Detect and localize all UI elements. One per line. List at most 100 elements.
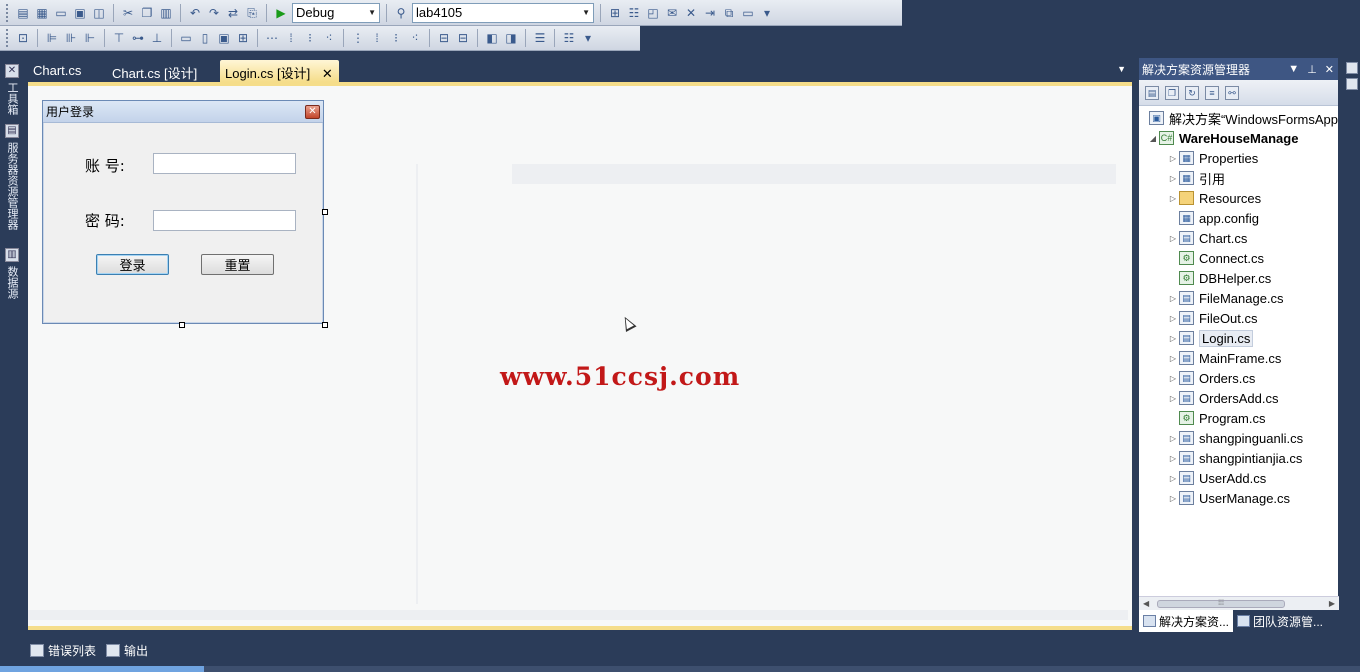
open-file-icon[interactable]: ▭ <box>53 5 69 21</box>
login-form-design[interactable]: 用户登录 ✕ 账 号: 密 码: 登录 重置 <box>42 100 324 324</box>
pin-icon[interactable]: ⊥ <box>1307 63 1317 76</box>
expand-icon[interactable]: ▷ <box>1167 374 1179 383</box>
designer-canvas[interactable]: 用户登录 ✕ 账 号: 密 码: 登录 重置 www.51ccsj.com <box>28 82 1132 630</box>
horizontal-spacing-decrease-icon[interactable]: ⁝ <box>302 30 318 46</box>
scroll-left-icon[interactable]: ◀ <box>1143 599 1149 608</box>
datasource-tab[interactable]: ▥ 数据源 <box>3 248 21 299</box>
window-position-icon[interactable]: ▼ <box>1288 63 1299 76</box>
tab-order-icon[interactable]: ☷ <box>561 30 577 46</box>
resize-handle-right[interactable] <box>322 209 328 215</box>
expand-icon[interactable]: ▷ <box>1167 334 1179 343</box>
horizontal-spacing-equal-icon[interactable]: ⋯ <box>264 30 280 46</box>
lock-controls-icon[interactable]: ☰ <box>532 30 548 46</box>
tree-item[interactable]: ▷ ▤ UserManage.cs <box>1139 488 1338 508</box>
server-explorer-tab[interactable]: ▤ 服务器资源管理器 <box>3 124 21 230</box>
make-same-height-icon[interactable]: ▯ <box>197 30 213 46</box>
align-tops-icon[interactable]: ⊤ <box>111 30 127 46</box>
tree-item[interactable]: ⚙ DBHelper.cs <box>1139 268 1338 288</box>
form-title-bar[interactable]: 用户登录 ✕ <box>43 101 323 123</box>
tree-item[interactable]: ⚙ Connect.cs <box>1139 248 1338 268</box>
login-button[interactable]: 登录 <box>96 254 169 275</box>
align-middles-icon[interactable]: ⊶ <box>130 30 146 46</box>
align-lefts-icon[interactable]: ⊫ <box>44 30 60 46</box>
command-window-icon[interactable]: ▭ <box>740 5 756 21</box>
close-tab-icon[interactable]: ✕ <box>322 66 333 81</box>
scrollbar-thumb[interactable]: ⁞⁞⁞ <box>1157 600 1285 608</box>
vertical-spacing-decrease-icon[interactable]: ⁝ <box>388 30 404 46</box>
align-rights-icon[interactable]: ⊩ <box>82 30 98 46</box>
align-centers-icon[interactable]: ⊪ <box>63 30 79 46</box>
find-in-files-icon[interactable]: ⚲ <box>393 5 409 21</box>
paste-icon[interactable]: ▥ <box>158 5 174 21</box>
expand-icon[interactable]: ▷ <box>1167 174 1179 183</box>
save-icon[interactable]: ▣ <box>72 5 88 21</box>
horizontal-spacing-remove-icon[interactable]: ⁖ <box>321 30 337 46</box>
toolbar-grip[interactable] <box>6 3 10 22</box>
send-to-back-icon[interactable]: ◨ <box>503 30 519 46</box>
vertical-spacing-equal-icon[interactable]: ⋮ <box>350 30 366 46</box>
add-item-icon[interactable]: ▦ <box>34 5 50 21</box>
close-icon[interactable]: ✕ <box>1325 63 1334 76</box>
tab-chart-cs[interactable]: Chart.cs <box>28 60 87 82</box>
cut-icon[interactable]: ✂ <box>120 5 136 21</box>
expand-icon[interactable]: ▷ <box>1167 354 1179 363</box>
vertical-spacing-remove-icon[interactable]: ⁖ <box>407 30 423 46</box>
tree-item[interactable]: ▷ ▦ Properties <box>1139 148 1338 168</box>
scroll-right-icon[interactable]: ▶ <box>1329 599 1335 608</box>
tree-item[interactable]: ▷ ▤ Login.cs <box>1139 328 1338 348</box>
properties-window-icon[interactable] <box>1346 62 1358 74</box>
center-horizontally-icon[interactable]: ⊟ <box>436 30 452 46</box>
tools-icon[interactable]: ✕ <box>683 5 699 21</box>
tree-item[interactable]: ▷ ▤ FileManage.cs <box>1139 288 1338 308</box>
vertical-spacing-increase-icon[interactable]: ⁞ <box>369 30 385 46</box>
horizontal-scrollbar[interactable]: ◀ ⁞⁞⁞ ▶ <box>1139 596 1339 610</box>
tree-item[interactable]: ▷ ▤ FileOut.cs <box>1139 308 1338 328</box>
tab-team-explorer[interactable]: 团队资源管... <box>1233 610 1327 632</box>
tree-item[interactable]: ▷ ▤ shangpintianjia.cs <box>1139 448 1338 468</box>
tree-item[interactable]: ▷ ▤ shangpinguanli.cs <box>1139 428 1338 448</box>
make-same-size-icon[interactable]: ▣ <box>216 30 232 46</box>
resize-handle-corner[interactable] <box>322 322 328 328</box>
expand-icon[interactable]: ▷ <box>1167 434 1179 443</box>
tree-item[interactable]: ▷ ▦ 引用 <box>1139 168 1338 188</box>
expand-icon[interactable]: ▷ <box>1167 194 1179 203</box>
object-browser-icon[interactable]: ◰ <box>645 5 661 21</box>
redo-icon[interactable]: ↷ <box>206 5 222 21</box>
tab-chart-design[interactable]: Chart.cs [设计] <box>107 60 203 82</box>
tab-output[interactable]: 输出 <box>106 640 148 660</box>
properties-window-icon[interactable]: ☷ <box>626 5 642 21</box>
new-project-icon[interactable]: ▤ <box>15 5 31 21</box>
toolbar-options-icon[interactable]: ▾ <box>580 30 596 46</box>
properties-icon[interactable]: ▤ <box>1145 85 1159 100</box>
password-input[interactable] <box>153 210 296 231</box>
expand-icon[interactable]: ▷ <box>1167 494 1179 503</box>
solution-explorer-icon[interactable]: ⊞ <box>607 5 623 21</box>
expand-icon[interactable]: ▷ <box>1167 474 1179 483</box>
extension-manager-icon[interactable]: ⧉ <box>721 5 737 21</box>
navigate-icon[interactable]: ⇄ <box>225 5 241 21</box>
tree-item[interactable]: ⚙ Program.cs <box>1139 408 1338 428</box>
reset-button[interactable]: 重置 <box>201 254 274 275</box>
tree-item[interactable]: ▷ Resources <box>1139 188 1338 208</box>
tab-login-design[interactable]: Login.cs [设计] ✕ <box>220 60 339 82</box>
copy-icon[interactable]: ❐ <box>139 5 155 21</box>
class-view-icon[interactable] <box>1346 78 1358 90</box>
save-all-icon[interactable]: ◫ <box>91 5 107 21</box>
tree-solution-node[interactable]: ▣ 解决方案“WindowsFormsApp <box>1139 108 1338 128</box>
bring-to-front-icon[interactable]: ◧ <box>484 30 500 46</box>
tree-project-node[interactable]: ◢ C# WareHouseManage <box>1139 128 1338 148</box>
toolbar-options-icon[interactable]: ▾ <box>759 5 775 21</box>
tree-item[interactable]: ▷ ▤ Orders.cs <box>1139 368 1338 388</box>
find-combo[interactable]: lab4105 ▼ <box>412 2 594 23</box>
size-to-grid-icon[interactable]: ⊞ <box>235 30 251 46</box>
tab-solution-explorer[interactable]: 解决方案资... <box>1139 610 1234 632</box>
align-to-grid-icon[interactable]: ⊡ <box>15 30 31 46</box>
expand-icon[interactable]: ▷ <box>1167 314 1179 323</box>
horizontal-spacing-increase-icon[interactable]: ⁞ <box>283 30 299 46</box>
toolbar-grip[interactable] <box>6 29 10 47</box>
close-icon[interactable]: ✕ <box>305 104 320 119</box>
start-page-icon[interactable]: ⇥ <box>702 5 718 21</box>
account-input[interactable] <box>153 153 296 174</box>
undo-icon[interactable]: ↶ <box>187 5 203 21</box>
center-vertically-icon[interactable]: ⊟ <box>455 30 471 46</box>
